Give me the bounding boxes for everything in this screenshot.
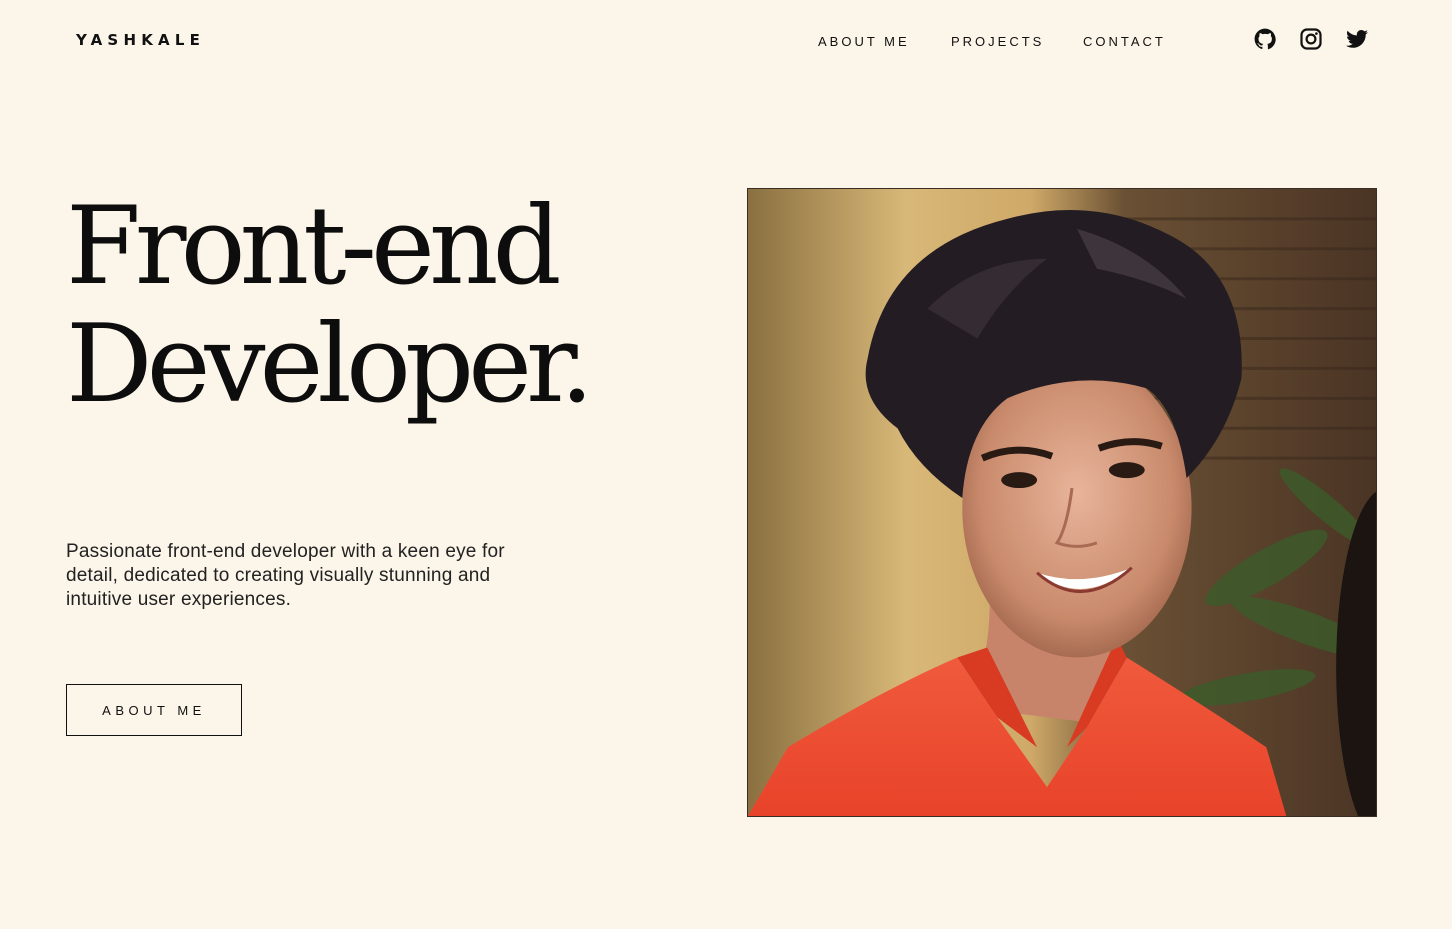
- social-links: [1253, 27, 1369, 51]
- about-me-button[interactable]: ABOUT ME: [66, 684, 242, 736]
- github-icon[interactable]: [1253, 27, 1277, 51]
- main-nav: ABOUT ME PROJECTS CONTACT: [818, 34, 1183, 50]
- nav-projects[interactable]: PROJECTS: [951, 34, 1083, 50]
- page: YASHKALE ABOUT ME PROJECTS CONTACT Front…: [0, 0, 1452, 929]
- profile-photo: [747, 188, 1377, 817]
- instagram-icon[interactable]: [1299, 27, 1323, 51]
- headline-line-1: Front-end: [66, 184, 562, 309]
- hero-tagline: Passionate front-end developer with a ke…: [66, 541, 505, 610]
- twitter-icon[interactable]: [1345, 27, 1369, 51]
- hero-headline: Front-end Developer.: [66, 184, 594, 427]
- nav-contact[interactable]: CONTACT: [1083, 34, 1183, 50]
- site-logo[interactable]: YASHKALE: [76, 31, 205, 49]
- headline-line-2: Developer.: [66, 302, 594, 427]
- nav-about-me[interactable]: ABOUT ME: [818, 34, 951, 50]
